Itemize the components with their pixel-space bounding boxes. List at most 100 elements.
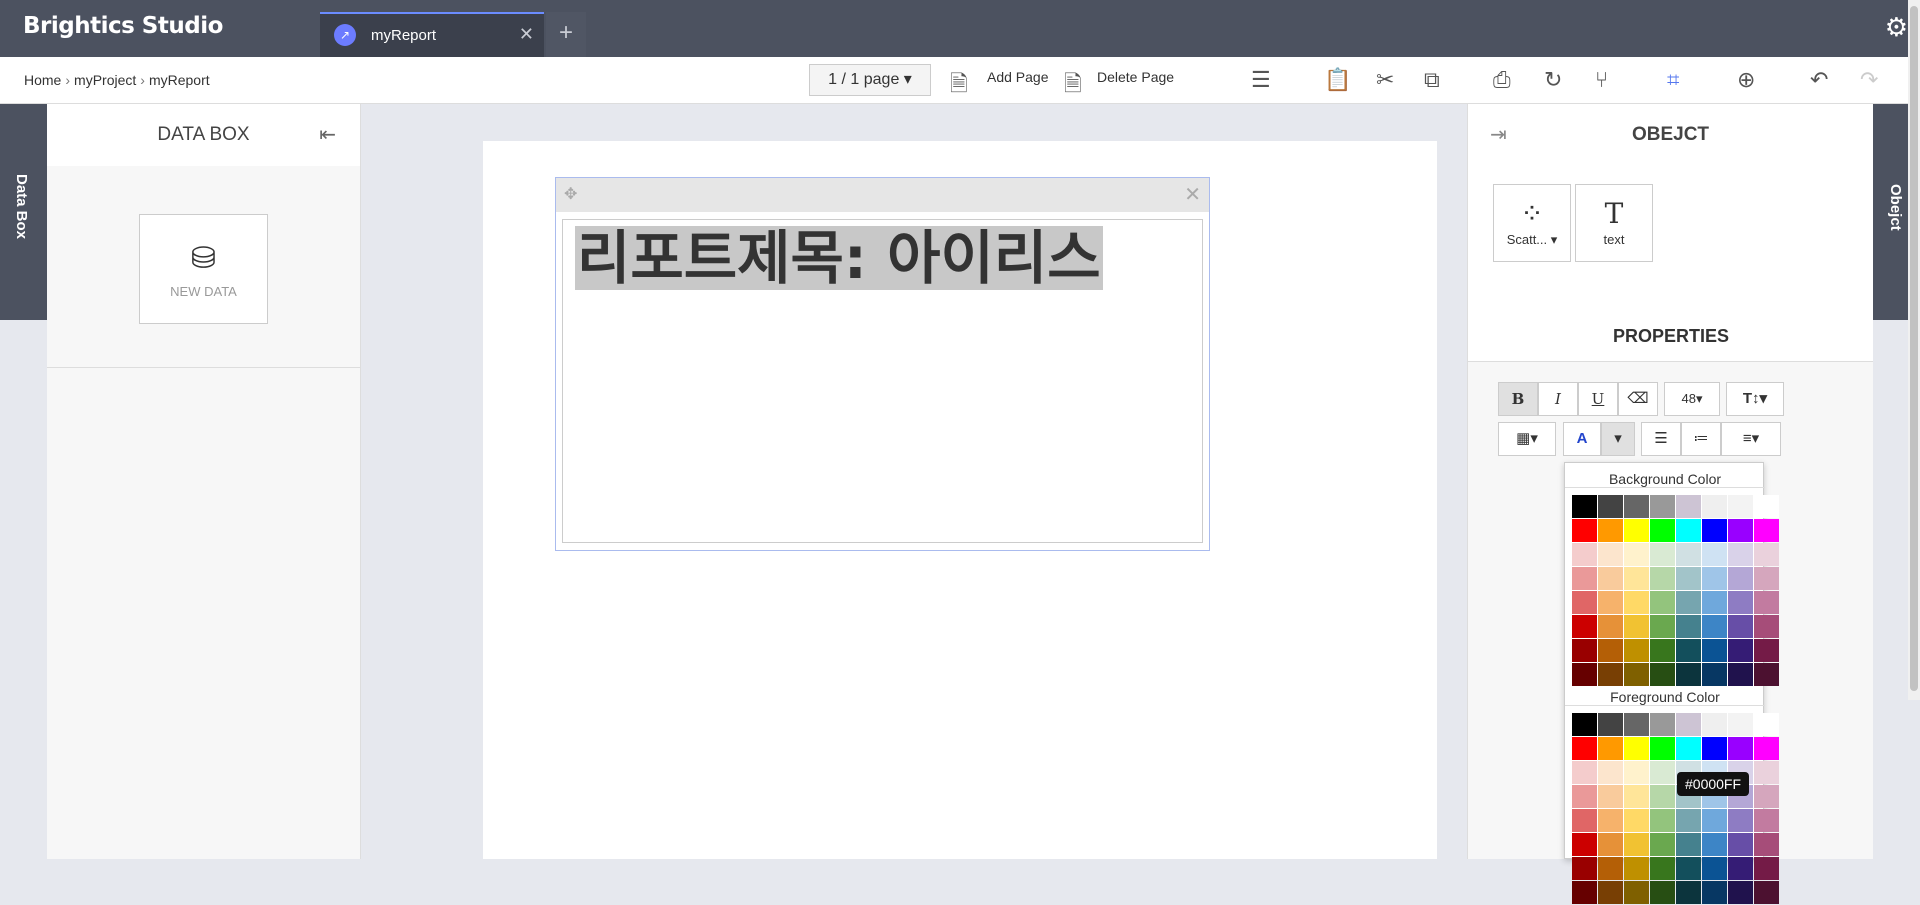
color-swatch[interactable] — [1754, 495, 1779, 518]
color-swatch[interactable] — [1676, 591, 1701, 614]
color-swatch[interactable] — [1624, 737, 1649, 760]
refresh-icon[interactable]: ↻ — [1544, 67, 1562, 93]
color-swatch[interactable] — [1572, 713, 1597, 736]
color-swatch[interactable] — [1650, 785, 1675, 808]
color-swatch[interactable] — [1676, 663, 1701, 686]
color-swatch[interactable] — [1702, 833, 1727, 856]
color-swatch[interactable] — [1598, 761, 1623, 784]
color-swatch[interactable] — [1650, 737, 1675, 760]
color-swatch[interactable] — [1754, 713, 1779, 736]
color-swatch[interactable] — [1702, 737, 1727, 760]
color-swatch[interactable] — [1728, 567, 1753, 590]
new-data-button[interactable]: ⛁ NEW DATA — [139, 214, 268, 324]
color-swatch[interactable] — [1598, 809, 1623, 832]
color-swatch[interactable] — [1676, 543, 1701, 566]
color-swatch[interactable] — [1676, 567, 1701, 590]
bold-button[interactable]: B — [1498, 382, 1538, 416]
table-icon[interactable]: ▦▾ — [1498, 422, 1556, 456]
color-swatch[interactable] — [1572, 519, 1597, 542]
color-swatch[interactable] — [1650, 857, 1675, 880]
color-swatch[interactable] — [1728, 809, 1753, 832]
text-object[interactable]: ✥ ✕ 리포트제목: 아이리스 — [555, 177, 1210, 551]
text-object-button[interactable]: T text — [1575, 184, 1653, 262]
close-icon[interactable]: ✕ — [1184, 182, 1201, 207]
expand-right-icon[interactable]: ⇥ — [1490, 104, 1507, 166]
color-swatch[interactable] — [1598, 639, 1623, 662]
bullet-list-icon[interactable]: ☰ — [1641, 422, 1681, 456]
color-swatch[interactable] — [1650, 567, 1675, 590]
color-swatch[interactable] — [1624, 785, 1649, 808]
color-swatch[interactable] — [1624, 833, 1649, 856]
underline-button[interactable]: U — [1578, 382, 1618, 416]
color-swatch[interactable] — [1624, 519, 1649, 542]
scrollbar-thumb[interactable] — [1910, 6, 1918, 691]
color-swatch[interactable] — [1624, 857, 1649, 880]
color-swatch[interactable] — [1676, 881, 1701, 904]
color-swatch[interactable] — [1650, 519, 1675, 542]
color-swatch[interactable] — [1624, 761, 1649, 784]
color-swatch[interactable] — [1624, 495, 1649, 518]
color-swatch[interactable] — [1754, 591, 1779, 614]
color-swatch[interactable] — [1676, 495, 1701, 518]
undo-icon[interactable]: ↶ — [1810, 67, 1828, 93]
color-swatch[interactable] — [1572, 809, 1597, 832]
color-swatch[interactable] — [1624, 713, 1649, 736]
color-swatch[interactable] — [1598, 881, 1623, 904]
color-swatch[interactable] — [1728, 519, 1753, 542]
color-swatch[interactable] — [1572, 857, 1597, 880]
cut-icon[interactable]: ✂ — [1376, 67, 1394, 93]
color-swatch[interactable] — [1702, 663, 1727, 686]
object-handle-bar[interactable]: ✥ ✕ — [556, 178, 1209, 212]
text-editor[interactable]: 리포트제목: 아이리스 — [562, 219, 1203, 543]
color-swatch[interactable] — [1572, 639, 1597, 662]
pdf-export-icon[interactable]: ⎙ — [1493, 67, 1511, 93]
color-swatch[interactable] — [1702, 495, 1727, 518]
color-swatch[interactable] — [1572, 833, 1597, 856]
page-select[interactable]: 1 / 1 page ▾ — [809, 64, 931, 96]
color-swatch[interactable] — [1702, 615, 1727, 638]
color-swatch[interactable] — [1754, 857, 1779, 880]
close-icon[interactable]: ✕ — [519, 24, 534, 45]
color-swatch[interactable] — [1728, 713, 1753, 736]
color-swatch[interactable] — [1650, 761, 1675, 784]
color-swatch[interactable] — [1624, 591, 1649, 614]
collapse-left-icon[interactable]: ⇤ — [319, 104, 336, 166]
color-swatch[interactable] — [1650, 543, 1675, 566]
color-swatch[interactable] — [1754, 881, 1779, 904]
text-height-select[interactable]: T↕▾ — [1726, 382, 1784, 416]
color-swatch[interactable] — [1702, 519, 1727, 542]
color-swatch[interactable] — [1728, 543, 1753, 566]
color-swatch[interactable] — [1754, 809, 1779, 832]
color-swatch[interactable] — [1624, 639, 1649, 662]
add-page-button[interactable]: Add Page — [987, 69, 1049, 85]
zoom-in-icon[interactable]: ⊕ — [1737, 67, 1755, 93]
color-swatch[interactable] — [1754, 737, 1779, 760]
color-swatch[interactable] — [1728, 495, 1753, 518]
color-swatch[interactable] — [1702, 639, 1727, 662]
color-swatch[interactable] — [1650, 495, 1675, 518]
color-swatch[interactable] — [1728, 591, 1753, 614]
color-swatch[interactable] — [1676, 809, 1701, 832]
color-swatch[interactable] — [1728, 663, 1753, 686]
fit-icon[interactable]: ⌗ — [1667, 67, 1679, 93]
branch-icon[interactable]: ⑂ — [1595, 67, 1608, 93]
color-swatch[interactable] — [1650, 663, 1675, 686]
color-swatch[interactable] — [1676, 833, 1701, 856]
color-swatch[interactable] — [1728, 833, 1753, 856]
color-swatch[interactable] — [1572, 881, 1597, 904]
color-swatch[interactable] — [1598, 543, 1623, 566]
color-swatch[interactable] — [1598, 663, 1623, 686]
color-swatch[interactable] — [1624, 809, 1649, 832]
color-swatch[interactable] — [1650, 881, 1675, 904]
color-swatch[interactable] — [1676, 615, 1701, 638]
color-swatch[interactable] — [1598, 857, 1623, 880]
delete-page-button[interactable]: Delete Page — [1097, 69, 1174, 85]
color-swatch[interactable] — [1650, 833, 1675, 856]
color-swatch[interactable] — [1598, 833, 1623, 856]
move-icon[interactable]: ✥ — [564, 184, 577, 204]
color-swatch[interactable] — [1650, 713, 1675, 736]
color-swatch[interactable] — [1702, 713, 1727, 736]
color-swatch[interactable] — [1624, 615, 1649, 638]
color-swatch[interactable] — [1676, 639, 1701, 662]
color-swatch[interactable] — [1702, 809, 1727, 832]
